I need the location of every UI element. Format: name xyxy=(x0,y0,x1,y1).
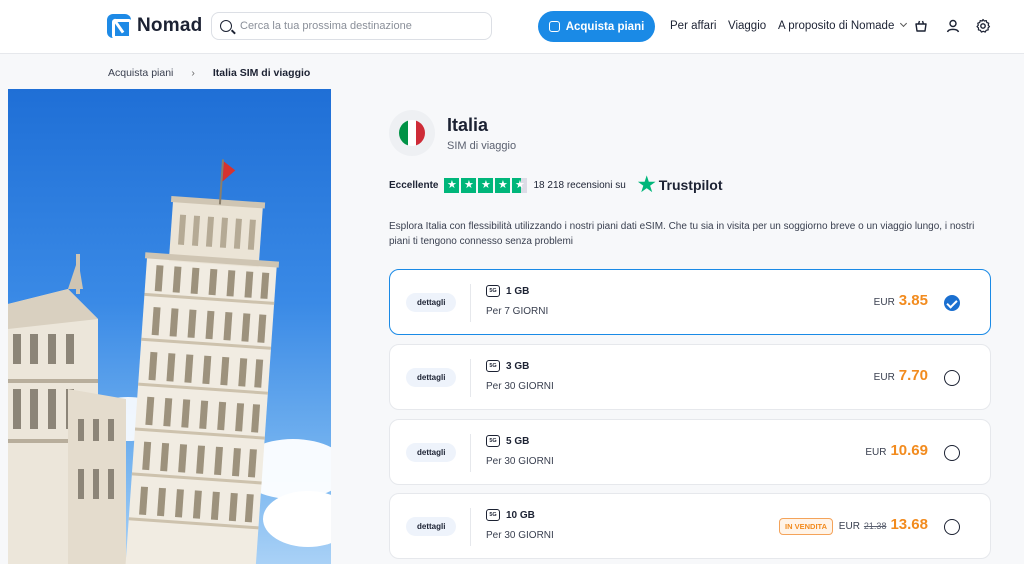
plan-data-amount: 10 GB xyxy=(506,509,535,521)
flag-badge xyxy=(389,110,435,156)
plan-duration: Per 30 GIORNI xyxy=(486,530,554,541)
plan-card[interactable]: dettagli 5G 1 GB Per 7 GIORNI EUR 3.85 xyxy=(389,269,991,335)
sale-badge: IN VENDITA xyxy=(779,518,833,535)
5g-icon: 5G xyxy=(486,285,500,297)
hero-image xyxy=(8,89,331,564)
settings-icon[interactable] xyxy=(975,18,991,34)
plan-card[interactable]: dettagli 5G 3 GB Per 30 GIORNI EUR 7.70 xyxy=(389,344,991,410)
plan-duration: Per 30 GIORNI xyxy=(486,381,554,392)
plan-data-amount: 1 GB xyxy=(506,285,530,297)
5g-icon: 5G xyxy=(486,360,500,372)
account-icon[interactable] xyxy=(945,18,961,34)
brand-logo[interactable]: Nomad xyxy=(107,14,203,39)
breadcrumb-shop-plans[interactable]: Acquista piani xyxy=(108,67,173,79)
plan-data-amount: 5 GB xyxy=(506,435,530,447)
half-star-icon: ★ xyxy=(512,177,528,193)
details-button[interactable]: dettagli xyxy=(406,368,457,387)
5g-icon: 5G xyxy=(486,509,500,521)
price-value: 7.70 xyxy=(898,367,928,384)
country-subtitle: SIM di viaggio xyxy=(447,139,517,152)
plan-price: EUR 3.85 xyxy=(874,292,928,309)
plan-price: EUR 7.70 xyxy=(874,367,928,384)
shop-icon xyxy=(548,21,560,32)
details-button[interactable]: dettagli xyxy=(406,443,457,462)
price-value: 3.85 xyxy=(898,292,928,309)
plan-data-amount: 3 GB xyxy=(506,360,530,372)
plan-card[interactable]: dettagli 5G 5 GB Per 30 GIORNI EUR 10.69 xyxy=(389,419,991,485)
nav-about-label: A proposito di Nomade xyxy=(778,20,895,32)
price-old: 21.38 xyxy=(863,521,887,531)
plan-radio[interactable] xyxy=(944,370,960,386)
plan-price: EUR 10.69 xyxy=(865,442,928,459)
details-button[interactable]: dettagli xyxy=(406,293,457,312)
breadcrumb-separator-icon: › xyxy=(191,67,195,79)
divider xyxy=(470,434,471,472)
top-header: Nomad Acquista piani Per affari Viaggio … xyxy=(0,0,1024,54)
breadcrumb: Acquista piani › Italia SIM di viaggio xyxy=(108,67,310,79)
trustpilot-rating[interactable]: Eccellente ★ ★ ★ ★ ★ 18 218 recensioni s… xyxy=(389,175,723,195)
trustpilot-wordmark: Trustpilot xyxy=(658,177,723,193)
trustpilot-star-icon: ★ xyxy=(637,174,656,196)
search-input[interactable] xyxy=(240,20,480,32)
divider xyxy=(470,508,471,546)
nav-about[interactable]: A proposito di Nomade xyxy=(778,19,908,32)
price-currency: EUR xyxy=(865,447,887,458)
country-header: Italia SIM di viaggio xyxy=(389,110,516,156)
divider xyxy=(470,359,471,397)
country-name: Italia xyxy=(447,114,489,135)
brand-name: Nomad xyxy=(137,15,203,36)
rating-stars: ★ ★ ★ ★ ★ xyxy=(444,177,528,193)
search-icon xyxy=(220,20,232,32)
buy-plans-label: Acquista piani xyxy=(565,20,645,33)
country-description: Esplora Italia con flessibilità utilizza… xyxy=(389,221,975,247)
plan-card[interactable]: dettagli 5G 10 GB Per 30 GIORNI IN VENDI… xyxy=(389,493,991,559)
leaning-tower-illustration xyxy=(8,159,331,564)
basket-icon[interactable] xyxy=(913,18,929,34)
star-icon: ★ xyxy=(461,177,477,193)
price-value: 13.68 xyxy=(890,516,928,533)
search-box[interactable] xyxy=(211,12,492,40)
chevron-down-icon xyxy=(900,19,908,28)
price-currency: EUR xyxy=(873,372,895,383)
plan-data-row: 5G 3 GB xyxy=(486,360,529,372)
price-currency: EUR xyxy=(873,297,895,308)
plan-data-row: 5G 10 GB xyxy=(486,509,535,521)
italy-flag-icon xyxy=(399,120,425,146)
rating-label: Eccellente xyxy=(389,179,439,191)
5g-icon: 5G xyxy=(486,435,500,447)
plan-radio[interactable] xyxy=(944,445,960,461)
star-icon: ★ xyxy=(444,177,460,193)
plan-data-row: 5G 1 GB xyxy=(486,285,529,297)
plan-duration: Per 30 GIORNI xyxy=(486,456,554,467)
review-count: 18 218 recensioni su xyxy=(533,179,626,191)
plan-price: EUR 21.38 13.68 xyxy=(839,516,928,533)
buy-plans-button[interactable]: Acquista piani xyxy=(538,11,655,42)
nomad-logo-icon xyxy=(107,14,132,39)
details-button[interactable]: dettagli xyxy=(406,517,457,536)
price-currency: EUR xyxy=(838,521,860,532)
plan-radio-checked[interactable] xyxy=(944,295,960,311)
plan-data-row: 5G 5 GB xyxy=(486,435,529,447)
plan-duration: Per 7 GIORNI xyxy=(486,306,549,317)
nav-business[interactable]: Per affari xyxy=(670,20,716,32)
star-icon: ★ xyxy=(478,177,494,193)
breadcrumb-current: Italia SIM di viaggio xyxy=(212,67,311,79)
divider xyxy=(470,284,471,322)
trustpilot-logo: ★ Trustpilot xyxy=(638,175,723,195)
price-value: 10.69 xyxy=(890,442,928,459)
nav-travel[interactable]: Viaggio xyxy=(728,20,766,32)
star-icon: ★ xyxy=(495,177,511,193)
plan-radio[interactable] xyxy=(944,519,960,535)
